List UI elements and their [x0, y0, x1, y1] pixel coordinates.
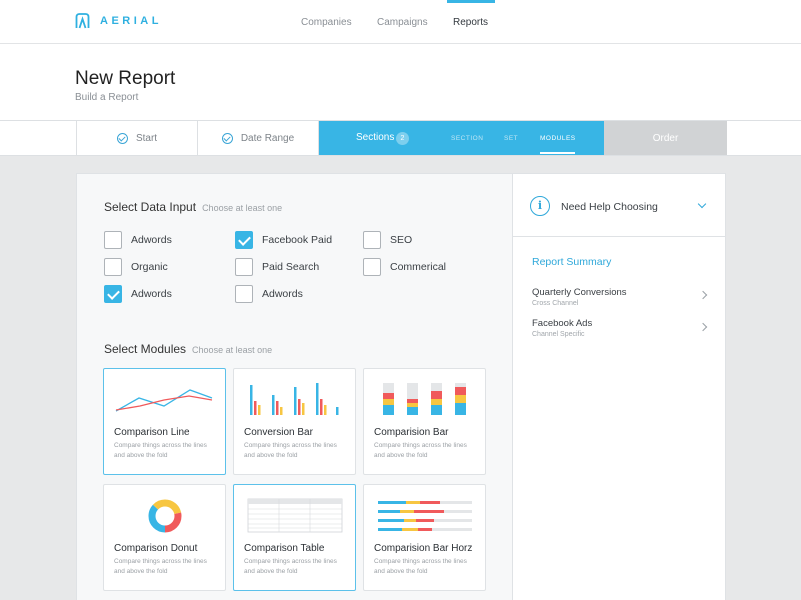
- step-sections-label: Sections: [356, 132, 395, 143]
- chevron-down-icon[interactable]: [697, 199, 707, 209]
- checkbox-box-checked[interactable]: [235, 231, 253, 249]
- checkbox-label: Paid Search: [262, 261, 320, 273]
- module-card-comparison-table[interactable]: Comparison Table Compare things across t…: [233, 484, 356, 591]
- check-circle-icon: [221, 132, 233, 144]
- module-card-comparision-bar-horz[interactable]: Comparision Bar Horz Compare things acro…: [363, 484, 486, 591]
- module-card-title: Conversion Bar: [244, 427, 313, 438]
- module-card-desc: Compare things across the lines and abov…: [244, 442, 337, 459]
- chevron-right-icon[interactable]: [698, 322, 708, 332]
- table-icon: [247, 498, 343, 533]
- checkbox-label: Facebook Paid: [262, 234, 333, 246]
- module-card-title: Comparison Donut: [114, 543, 198, 554]
- module-card-desc: Compare things across the lines and abov…: [374, 442, 467, 459]
- modules-hint: Choose at least one: [192, 345, 273, 355]
- help-dropdown[interactable]: i Need Help Choosing: [513, 174, 725, 237]
- data-input-title: Select Data Input: [104, 200, 197, 214]
- summary-item-quarterly-conversions[interactable]: Quarterly Conversions Cross Channel: [532, 287, 627, 307]
- checkbox-facebook-paid[interactable]: Facebook Paid: [235, 231, 332, 249]
- donut-chart-icon: [148, 499, 182, 533]
- checkbox-box[interactable]: [104, 231, 122, 249]
- module-card-desc: Compare things across the lines and abov…: [114, 442, 207, 459]
- stacked-bar-icon: [383, 383, 466, 415]
- checkbox-adwords-3[interactable]: Adwords: [235, 285, 303, 303]
- checkbox-label: SEO: [390, 234, 413, 246]
- nav-campaigns[interactable]: Campaigns: [377, 17, 428, 28]
- help-text: Need Help Choosing: [561, 201, 658, 213]
- page-subtitle: Build a Report: [75, 92, 139, 103]
- data-input-heading: Select Data Input Choose at least one: [104, 200, 282, 214]
- summary-item-subtitle: Cross Channel: [532, 300, 579, 307]
- checkbox-adwords-2[interactable]: Adwords: [104, 285, 172, 303]
- nav-companies[interactable]: Companies: [301, 17, 352, 28]
- checkbox-box[interactable]: [104, 258, 122, 276]
- checkbox-seo[interactable]: SEO: [363, 231, 412, 249]
- bar-chart-icon: [250, 383, 339, 415]
- module-card-title: Comparison Line: [114, 427, 190, 438]
- module-card-title: Comparision Bar Horz: [374, 543, 473, 554]
- substep-modules[interactable]: MODULES: [540, 135, 576, 142]
- data-input-hint: Choose at least one: [202, 203, 283, 213]
- chevron-right-icon[interactable]: [698, 290, 708, 300]
- checkbox-label: Adwords: [131, 288, 172, 300]
- module-card-desc: Compare things across the lines and abov…: [244, 558, 337, 575]
- module-card-desc: Compare things across the lines and abov…: [374, 558, 467, 575]
- checkbox-adwords-1[interactable]: Adwords: [104, 231, 172, 249]
- module-card-title: Comparison Table: [244, 543, 325, 554]
- logo[interactable]: AERIAL: [75, 13, 162, 29]
- step-sections[interactable]: Sections 2 SECTION SET MODULES: [319, 121, 604, 155]
- module-card-title: Comparision Bar: [374, 427, 449, 438]
- checkbox-organic[interactable]: Organic: [104, 258, 168, 276]
- page-title: New Report: [75, 68, 176, 89]
- summary-item-subtitle: Channel Specific: [532, 331, 585, 338]
- substep-set[interactable]: SET: [504, 135, 518, 142]
- module-card-comparison-line[interactable]: Comparison Line Compare things across th…: [103, 368, 226, 475]
- modules-title: Select Modules: [104, 342, 187, 356]
- step-start[interactable]: Start: [76, 121, 198, 155]
- module-card-desc: Compare things across the lines and abov…: [114, 558, 207, 575]
- checkbox-box[interactable]: [235, 258, 253, 276]
- step-sections-badge: 2: [396, 132, 409, 145]
- report-summary-title: Report Summary: [532, 256, 612, 268]
- summary-item-facebook-ads[interactable]: Facebook Ads Channel Specific: [532, 318, 592, 338]
- step-date-range-label: Date Range: [240, 132, 295, 144]
- checkbox-label: Organic: [131, 261, 168, 273]
- logo-text: AERIAL: [100, 15, 162, 27]
- checkbox-box[interactable]: [363, 231, 381, 249]
- summary-item-title: Facebook Ads: [532, 318, 593, 329]
- substep-active-indicator: [540, 152, 575, 154]
- top-nav: AERIAL Companies Campaigns Reports: [0, 0, 801, 44]
- checkbox-label: Commerical: [390, 261, 447, 273]
- main-panel: Select Data Input Choose at least one Adw…: [76, 173, 513, 600]
- step-order[interactable]: Order: [604, 121, 727, 155]
- checkbox-box-checked[interactable]: [104, 285, 122, 303]
- module-card-conversion-bar[interactable]: Conversion Bar Compare things across the…: [233, 368, 356, 475]
- nav-reports[interactable]: Reports: [453, 17, 488, 28]
- check-circle-icon: [116, 132, 128, 144]
- checkbox-commerical[interactable]: Commerical: [363, 258, 446, 276]
- module-card-comparision-bar[interactable]: Comparision Bar Compare things across th…: [363, 368, 486, 475]
- checkbox-box[interactable]: [235, 285, 253, 303]
- module-card-comparison-donut[interactable]: Comparison Donut Compare things across t…: [103, 484, 226, 591]
- checkbox-label: Adwords: [131, 234, 172, 246]
- modules-heading: Select Modules Choose at least one: [104, 342, 272, 356]
- substep-section[interactable]: SECTION: [451, 135, 483, 142]
- step-date-range[interactable]: Date Range: [198, 121, 319, 155]
- horizontal-bar-icon: [378, 501, 472, 531]
- checkbox-box[interactable]: [363, 258, 381, 276]
- aerial-logo-icon: [75, 13, 90, 29]
- step-start-label: Start: [135, 132, 158, 144]
- report-steps: Start Date Range Sections 2 SECTION SET …: [0, 120, 801, 156]
- line-chart-icon: [115, 389, 213, 412]
- checkbox-paid-search[interactable]: Paid Search: [235, 258, 319, 276]
- summary-item-title: Quarterly Conversions: [532, 287, 627, 298]
- nav-active-indicator: [447, 0, 495, 3]
- checkbox-label: Adwords: [262, 288, 303, 300]
- info-icon: i: [530, 196, 550, 216]
- sidebar: i Need Help Choosing Report Summary Quar…: [512, 173, 726, 600]
